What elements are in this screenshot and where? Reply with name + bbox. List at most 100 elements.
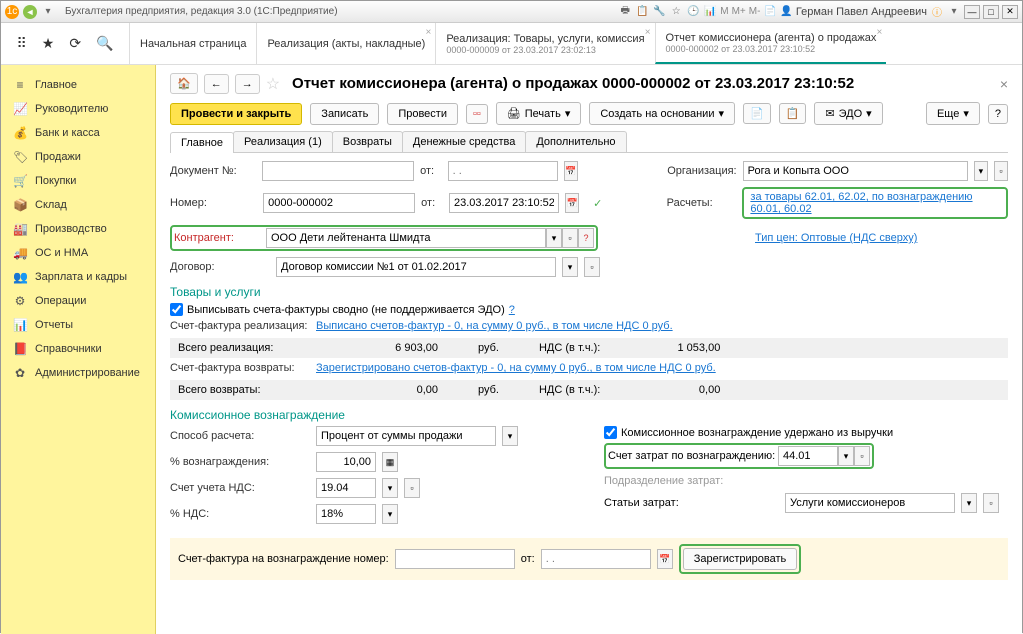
sidebar-item-7[interactable]: 🚚ОС и НМА	[1, 241, 155, 265]
dropdown-icon[interactable]: ▾	[41, 5, 55, 19]
user-label[interactable]: 👤 Герман Павел Андреевич	[780, 6, 927, 18]
sidebar-item-3[interactable]: 🏷Продажи	[1, 145, 155, 169]
toolbar-icon[interactable]: 🔧	[652, 5, 666, 19]
back-button[interactable]: ←	[204, 74, 229, 94]
select-button[interactable]: ▾	[382, 504, 398, 524]
action-icon[interactable]: 📄	[743, 103, 771, 124]
invoice-real-link[interactable]: Выписано счетов-фактур - 0, на сумму 0 р…	[316, 320, 673, 332]
page-close-icon[interactable]: ×	[1000, 76, 1008, 92]
open-button[interactable]: ▫	[994, 161, 1008, 181]
withheld-checkbox[interactable]	[604, 426, 617, 439]
favorite-icon[interactable]: ☆	[266, 74, 280, 94]
action-icon[interactable]: 📋	[779, 103, 807, 124]
select-button[interactable]: ▾	[562, 257, 578, 277]
minimize-button[interactable]: —	[964, 5, 980, 19]
calc-mminus[interactable]: M-	[749, 6, 761, 17]
edo-button[interactable]: ✉ ЭДО ▾	[814, 102, 882, 125]
maximize-button[interactable]: □	[983, 5, 999, 19]
dropdown-icon[interactable]: ▾	[947, 5, 961, 19]
sidebar-item-1[interactable]: 📈Руководителю	[1, 97, 155, 121]
home-button[interactable]: 🏠	[170, 73, 198, 94]
sidebar-item-6[interactable]: 🏭Производство	[1, 217, 155, 241]
price-type-link[interactable]: Тип цен: Оптовые (НДС сверху)	[755, 232, 917, 244]
select-button[interactable]: ▾	[502, 426, 518, 446]
calc-mplus[interactable]: M+	[732, 6, 746, 17]
contract-input[interactable]	[276, 257, 556, 277]
star-icon[interactable]: ★	[42, 35, 55, 52]
summary-invoice-checkbox[interactable]	[170, 303, 183, 316]
post-button[interactable]: Провести	[387, 103, 458, 125]
sidebar-item-8[interactable]: 👥Зарплата и кадры	[1, 265, 155, 289]
sidebar-item-11[interactable]: 📕Справочники	[1, 337, 155, 361]
help-link[interactable]: ?	[509, 304, 515, 316]
history-icon[interactable]: ⟳	[69, 35, 81, 52]
sidebar-item-9[interactable]: ⚙Операции	[1, 289, 155, 313]
calc-link[interactable]: за товары 62.01, 62.02, по вознаграждени…	[742, 187, 1008, 219]
post-and-close-button[interactable]: Провести и закрыть	[170, 103, 302, 125]
calc-m[interactable]: M	[720, 6, 728, 17]
toolbar-icon[interactable]: 📋	[635, 5, 649, 19]
tab-close-icon[interactable]: ×	[425, 27, 431, 38]
register-button[interactable]: Зарегистрировать	[683, 548, 798, 570]
tab-1[interactable]: Реализация (акты, накладные)×	[256, 23, 435, 64]
sidebar-item-5[interactable]: 📦Склад	[1, 193, 155, 217]
tab-close-icon[interactable]: ×	[645, 27, 651, 38]
doc-num-input[interactable]	[262, 161, 414, 181]
invoice-number-input[interactable]	[395, 549, 515, 569]
expense-acc-input[interactable]	[778, 446, 838, 466]
toolbar-icon[interactable]: 📊	[703, 5, 717, 19]
toolbar-icon[interactable]: 📄	[763, 5, 777, 19]
open-button[interactable]: ▫	[983, 493, 999, 513]
counterparty-input[interactable]	[266, 228, 546, 248]
subtab-1[interactable]: Реализация (1)	[233, 131, 333, 152]
sidebar-item-12[interactable]: ✿Администрирование	[1, 361, 155, 385]
apps-icon[interactable]: ⠿	[17, 35, 27, 52]
datetime-input[interactable]	[449, 193, 559, 213]
movements-button[interactable]: ▫▫	[466, 104, 488, 124]
invoice-ret-link[interactable]: Зарегистрировано счетов-фактур - 0, на с…	[316, 362, 716, 374]
open-button[interactable]: ▫	[404, 478, 420, 498]
toolbar-icon[interactable]: ☆	[669, 5, 683, 19]
select-button[interactable]: ▾	[838, 446, 854, 466]
subtab-4[interactable]: Дополнительно	[525, 131, 626, 152]
open-button[interactable]: ▫	[854, 446, 870, 466]
vat-rate-input[interactable]	[316, 504, 376, 524]
vat-acc-input[interactable]	[316, 478, 376, 498]
help-button[interactable]: ?	[578, 228, 594, 248]
close-button[interactable]: ✕	[1002, 5, 1018, 19]
sidebar-item-4[interactable]: 🛒Покупки	[1, 169, 155, 193]
open-button[interactable]: ▫	[562, 228, 578, 248]
tab-2[interactable]: Реализация: Товары, услуги, комиссия0000…	[435, 23, 654, 64]
sidebar-item-2[interactable]: 💰Банк и касса	[1, 121, 155, 145]
doc-date-input[interactable]	[448, 161, 558, 181]
calc-button[interactable]: ▦	[382, 452, 398, 472]
help-button[interactable]: ?	[988, 104, 1008, 124]
save-button[interactable]: Записать	[310, 103, 379, 125]
toolbar-icon[interactable]: 🖶	[618, 5, 632, 19]
sidebar-item-10[interactable]: 📊Отчеты	[1, 313, 155, 337]
nav-back-icon[interactable]: ◄	[23, 5, 37, 19]
tab-close-icon[interactable]: ×	[877, 27, 883, 38]
info-icon[interactable]: ⓘ	[930, 5, 944, 19]
toolbar-icon[interactable]: 🕒	[686, 5, 700, 19]
calendar-icon[interactable]: 📅	[565, 193, 579, 213]
open-button[interactable]: ▫	[584, 257, 600, 277]
select-button[interactable]: ▾	[546, 228, 562, 248]
invoice-date-input[interactable]	[541, 549, 651, 569]
forward-button[interactable]: →	[235, 74, 260, 94]
method-input[interactable]	[316, 426, 496, 446]
select-button[interactable]: ▾	[961, 493, 977, 513]
org-input[interactable]	[743, 161, 968, 181]
select-button[interactable]: ▾	[974, 161, 988, 181]
calendar-icon[interactable]: 📅	[564, 161, 578, 181]
print-button[interactable]: 🖨 Печать ▾	[496, 102, 582, 125]
tab-3[interactable]: Отчет комиссионера (агента) о продажах00…	[655, 23, 887, 64]
subtab-3[interactable]: Денежные средства	[402, 131, 526, 152]
subtab-0[interactable]: Главное	[170, 132, 234, 153]
select-button[interactable]: ▾	[382, 478, 398, 498]
search-icon[interactable]: 🔍	[96, 35, 113, 52]
subtab-2[interactable]: Возвраты	[332, 131, 403, 152]
more-button[interactable]: Еще ▾	[926, 102, 980, 125]
number-input[interactable]	[263, 193, 415, 213]
calendar-icon[interactable]: 📅	[657, 549, 673, 569]
